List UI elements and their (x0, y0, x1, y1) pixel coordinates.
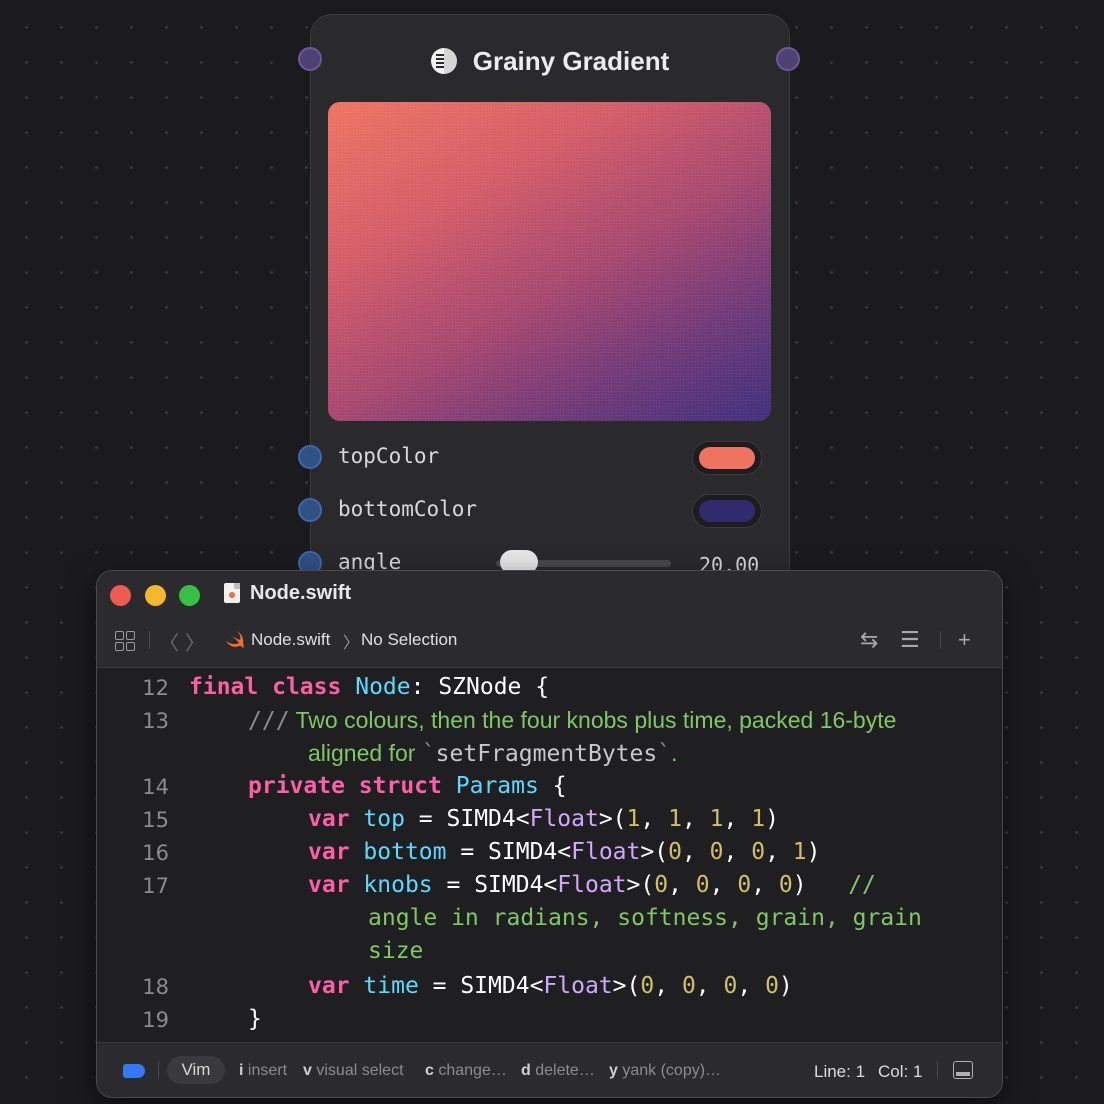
swift-icon (226, 631, 244, 648)
line-number: 16 (142, 841, 169, 865)
inspector-toggle-icon[interactable]: ☰ (900, 627, 920, 653)
cursor-col: Col: 1 (878, 1062, 923, 1081)
line-number: 19 (142, 1008, 169, 1032)
line-number: 18 (142, 975, 169, 999)
swap-arrows-icon[interactable]: ⇆ (860, 627, 878, 653)
code-line-17-wrap-2: size (368, 938, 424, 964)
code-editor[interactable]: 12 13 14 15 16 17 18 19 final class Node… (97, 668, 1002, 1042)
window-title: Node.swift (250, 582, 352, 604)
grain-gradient-icon (430, 48, 457, 74)
vim-mode-badge[interactable]: Vim (167, 1056, 225, 1084)
param-label-topcolor: topColor (338, 444, 440, 468)
grainy-gradient-node[interactable]: Grainy Gradient topColor bottomColor ang… (298, 14, 800, 616)
gradient-preview (328, 102, 771, 421)
vim-hint-delete: d delete… (521, 1062, 595, 1079)
vim-hint-yank: y yank (copy)… (609, 1062, 722, 1079)
grid-view-icon[interactable] (115, 631, 135, 651)
line-number: 13 (142, 709, 169, 733)
code-line-16: var bottom = SIMD4<Float>(0, 0, 0, 1) (308, 839, 821, 865)
code-line-14: private struct Params { (248, 773, 567, 799)
code-editor-window[interactable]: Node.swift 〈 〉 Node.swift 〉 No Selection… (96, 570, 1003, 1098)
code-line-17: var knobs = SIMD4<Float>(0, 0, 0, 0) // (308, 872, 876, 898)
editor-toolbar: 〈 〉 Node.swift 〉 No Selection ⇆ ☰ + (97, 623, 1002, 659)
line-number: 12 (142, 676, 169, 700)
bottomcolor-swatch-button[interactable] (692, 494, 762, 528)
topcolor-swatch (699, 447, 755, 469)
chevron-right-icon[interactable]: 〉 (185, 627, 205, 656)
cursor-line: Line: 1 (814, 1062, 866, 1081)
node-title: Grainy Gradient (472, 45, 670, 76)
topcolor-swatch-button[interactable] (692, 441, 762, 475)
statusbar-divider (937, 1061, 938, 1079)
code-line-19: } (248, 1006, 262, 1032)
line-number: 14 (142, 775, 169, 799)
node-input-port[interactable] (298, 47, 322, 71)
editor-statusbar: Vim i insert v visual select c change… d… (97, 1042, 1002, 1097)
code-line-15: var top = SIMD4<Float>(1, 1, 1, 1) (308, 806, 779, 832)
node-output-port[interactable] (776, 47, 800, 71)
code-line-18: var time = SIMD4<Float>(0, 0, 0, 0) (308, 973, 793, 999)
toolbar-divider (149, 631, 150, 649)
add-icon[interactable]: + (958, 627, 971, 653)
bottomcolor-swatch (699, 500, 755, 522)
topcolor-input-port[interactable] (298, 445, 322, 469)
tag-icon[interactable] (123, 1064, 145, 1078)
vim-hint-visual: v visual select (303, 1062, 404, 1079)
statusbar-divider (158, 1061, 159, 1079)
node-header: Grainy Gradient (311, 41, 789, 81)
breadcrumb-file[interactable]: Node.swift (251, 630, 330, 650)
param-label-bottomcolor: bottomColor (338, 497, 478, 521)
breadcrumb-chevron-icon: 〉 (343, 635, 360, 652)
code-line-17-wrap: angle in radians, softness, grain, grain (368, 905, 922, 931)
minimize-window-button[interactable] (145, 585, 166, 606)
chevron-left-icon[interactable]: 〈 (159, 627, 179, 656)
breadcrumb-selection[interactable]: No Selection (361, 630, 457, 650)
line-number: 17 (142, 874, 169, 898)
bottom-panel-toggle-icon[interactable] (953, 1061, 973, 1079)
zoom-window-button[interactable] (179, 585, 200, 606)
code-line-13-wrap: aligned for `setFragmentBytes`. (308, 740, 678, 767)
code-line-12: final class Node: SZNode { (189, 674, 550, 700)
vim-hint-insert: i insert (239, 1062, 288, 1079)
code-line-13: /// Two colours, then the four knobs plu… (248, 707, 897, 734)
line-number: 15 (142, 808, 169, 832)
bottomcolor-input-port[interactable] (298, 498, 322, 522)
toolbar-divider (940, 631, 941, 649)
close-window-button[interactable] (110, 585, 131, 606)
vim-hint-change: c change… (425, 1062, 507, 1079)
document-icon (224, 583, 240, 603)
window-titlebar: Node.swift 〈 〉 Node.swift 〉 No Selection… (97, 571, 1002, 668)
